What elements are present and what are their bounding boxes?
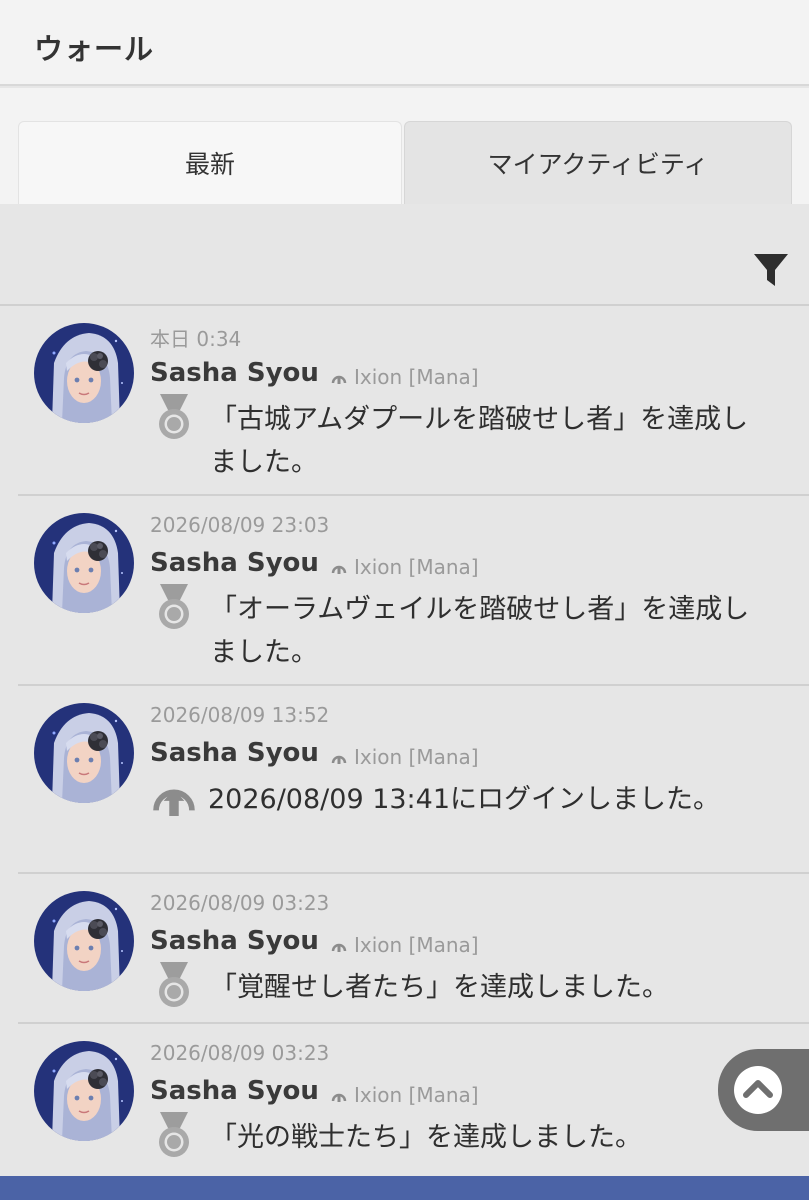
world-label: Ixion [Mana] — [330, 745, 479, 769]
avatar[interactable] — [34, 1041, 134, 1141]
page-title: ウォール — [34, 32, 155, 66]
entry-text: 「オーラムヴェイルを踏破せし者」を達成しました。 — [210, 594, 750, 668]
wall-entry: 2026/08/09 03:23 Sasha Syou Ixion [Mana]… — [18, 1024, 809, 1176]
medal-icon — [154, 582, 194, 632]
world-label: Ixion [Mana] — [330, 555, 479, 579]
tab-bar: 最新 マイアクティビティ — [0, 88, 809, 204]
filter-icon[interactable] — [753, 250, 789, 290]
chevron-up-icon — [743, 1080, 773, 1098]
medal-icon — [154, 960, 194, 1010]
entry-timestamp: 本日 0:34 — [150, 327, 242, 351]
world-label: Ixion [Mana] — [330, 933, 479, 957]
world-icon — [330, 368, 348, 386]
avatar[interactable] — [34, 323, 134, 423]
world-icon — [330, 558, 348, 576]
world-icon — [330, 936, 348, 954]
character-name-link[interactable]: Sasha Syou — [150, 926, 319, 956]
world-name: Ixion [Mana] — [354, 933, 479, 957]
entry-text: 「覚醒せし者たち」を達成しました。 — [210, 972, 669, 1003]
character-name-link[interactable]: Sasha Syou — [150, 548, 319, 578]
tab-latest[interactable]: 最新 — [18, 121, 402, 204]
entry-timestamp: 2026/08/09 23:03 — [150, 513, 330, 537]
world-label: Ixion [Mana] — [330, 1083, 479, 1107]
entry-text: 「光の戦士たち」を達成しました。 — [210, 1122, 642, 1153]
scroll-to-top-button[interactable] — [718, 1049, 809, 1131]
avatar[interactable] — [34, 513, 134, 613]
avatar[interactable] — [34, 891, 134, 991]
world-name: Ixion [Mana] — [354, 555, 479, 579]
character-name-link[interactable]: Sasha Syou — [150, 358, 319, 388]
character-name-link[interactable]: Sasha Syou — [150, 1076, 319, 1106]
tab-my-activity[interactable]: マイアクティビティ — [404, 121, 792, 204]
entry-timestamp: 2026/08/09 03:23 — [150, 891, 330, 915]
character-name-link[interactable]: Sasha Syou — [150, 738, 319, 768]
login-icon — [150, 782, 198, 816]
filter-bar — [0, 204, 809, 306]
wall-entry: 2026/08/09 03:23 Sasha Syou Ixion [Mana]… — [18, 874, 809, 1024]
entry-timestamp: 2026/08/09 13:52 — [150, 703, 330, 727]
wall-entry: 2026/08/09 23:03 Sasha Syou Ixion [Mana]… — [18, 496, 809, 686]
entry-timestamp: 2026/08/09 03:23 — [150, 1041, 330, 1065]
medal-icon — [154, 392, 194, 442]
medal-icon — [154, 1110, 194, 1160]
wall-entry: 本日 0:34 Sasha Syou Ixion [Mana] 「古城アムダプー… — [18, 306, 809, 496]
avatar[interactable] — [34, 703, 134, 803]
entry-text: 2026/08/09 13:41にログインしました。 — [208, 784, 721, 815]
world-icon — [330, 748, 348, 766]
world-name: Ixion [Mana] — [354, 1083, 479, 1107]
world-icon — [330, 1086, 348, 1104]
bottom-bar — [0, 1176, 809, 1200]
entry-text: 「古城アムダプールを踏破せし者」を達成しました。 — [210, 404, 749, 478]
world-name: Ixion [Mana] — [354, 745, 479, 769]
wall-entry: 2026/08/09 13:52 Sasha Syou Ixion [Mana]… — [18, 686, 809, 874]
world-label: Ixion [Mana] — [330, 365, 479, 389]
header-bar: ウォール — [0, 0, 809, 86]
world-name: Ixion [Mana] — [354, 365, 479, 389]
